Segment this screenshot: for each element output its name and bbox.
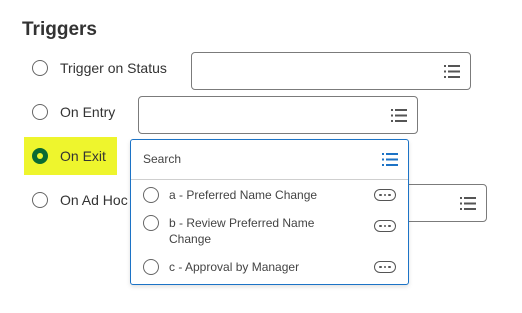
- dropdown-item-label: b - Review Preferred Name Change: [169, 216, 315, 246]
- dropdown-item-label: c - Approval by Manager: [169, 260, 300, 274]
- search-input[interactable]: Search: [143, 152, 181, 166]
- on-exit-label: On Exit: [60, 148, 106, 164]
- list-icon[interactable]: [391, 109, 407, 122]
- on-ad-hoc-radio[interactable]: [32, 192, 48, 208]
- more-horizontal-icon[interactable]: [374, 261, 396, 273]
- dropdown-item-radio[interactable]: [143, 187, 159, 203]
- dropdown-item-radio[interactable]: [143, 259, 159, 275]
- list-icon[interactable]: [460, 197, 476, 210]
- more-horizontal-icon[interactable]: [374, 220, 396, 232]
- trigger-on-status-option[interactable]: Trigger on Status: [32, 57, 167, 79]
- trigger-on-status-field[interactable]: [191, 52, 471, 90]
- dropdown-item[interactable]: a - Preferred Name Change: [143, 187, 396, 203]
- dropdown-item-radio[interactable]: [143, 215, 159, 231]
- on-exit-dropdown[interactable]: Search a - Preferred Name Change b - Rev…: [130, 139, 409, 285]
- triggers-heading: Triggers: [22, 19, 97, 40]
- trigger-on-status-label: Trigger on Status: [60, 60, 167, 76]
- on-entry-field[interactable]: [138, 96, 418, 134]
- on-ad-hoc-option[interactable]: On Ad Hoc: [32, 189, 128, 211]
- more-horizontal-icon[interactable]: [374, 189, 396, 201]
- on-ad-hoc-label: On Ad Hoc: [60, 192, 128, 208]
- on-entry-label: On Entry: [60, 104, 116, 120]
- dropdown-search[interactable]: Search: [131, 140, 408, 180]
- on-entry-radio[interactable]: [32, 104, 48, 120]
- dropdown-item[interactable]: c - Approval by Manager: [143, 259, 396, 275]
- on-entry-option[interactable]: On Entry: [32, 101, 115, 123]
- list-icon[interactable]: [444, 65, 460, 78]
- on-exit-option[interactable]: On Exit: [32, 145, 106, 167]
- trigger-on-status-radio[interactable]: [32, 60, 48, 76]
- on-exit-radio-selected[interactable]: [32, 148, 48, 164]
- list-icon[interactable]: [382, 153, 398, 166]
- dropdown-item[interactable]: b - Review Preferred Name Change: [143, 215, 396, 247]
- dropdown-item-label: a - Preferred Name Change: [169, 188, 318, 202]
